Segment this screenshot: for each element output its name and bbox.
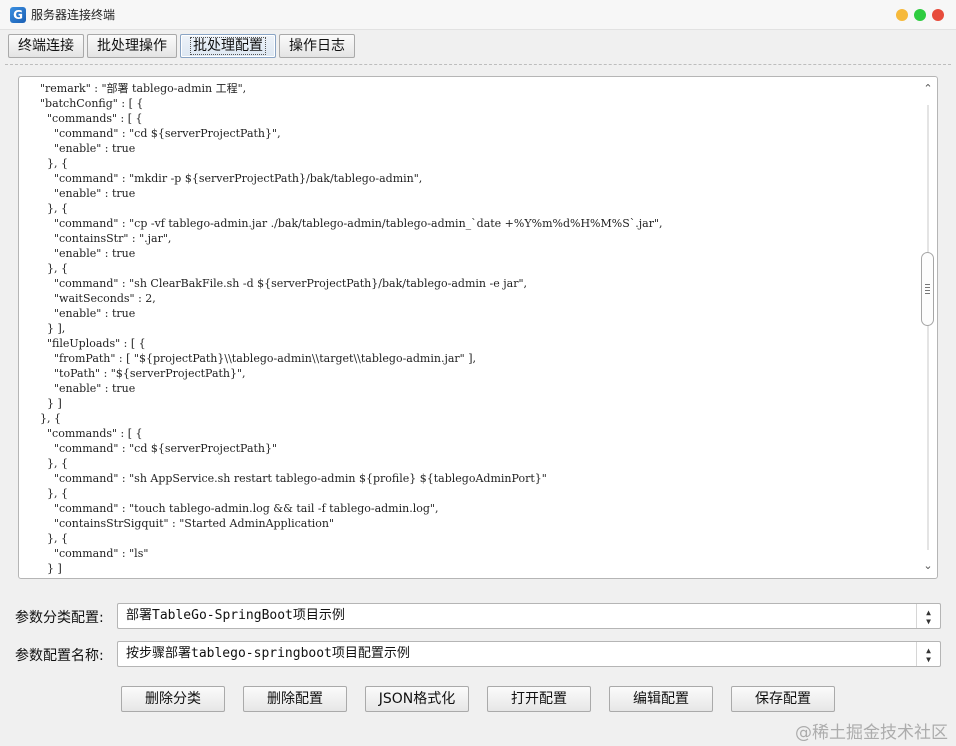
code-line: }, { <box>19 487 68 500</box>
json-format-button[interactable]: JSON格式化 <box>365 686 469 712</box>
tab-batch-operation[interactable]: 批处理操作 <box>87 34 177 58</box>
code-line: "enable" : true <box>19 382 136 395</box>
code-line: "command" : "mkdir -p ${serverProjectPat… <box>19 172 423 185</box>
code-line: "command" : "cd ${serverProjectPath}" <box>19 442 278 455</box>
code-line: "batchConfig" : [ { <box>19 97 144 110</box>
tab-separator <box>5 64 951 65</box>
watermark: @稀土掘金技术社区 <box>795 723 948 743</box>
code-line: "command" : "cp -vf tablego-admin.jar ./… <box>19 217 663 230</box>
code-line: "command" : "sh ClearBakFile.sh -d ${ser… <box>19 277 528 290</box>
tab-batch-config-label: 批处理配置 <box>190 37 266 55</box>
code-line: "fromPath" : [ "${projectPath}\\tablego-… <box>19 352 477 365</box>
code-line: "remark" : "部署 tablego-admin 工程", <box>19 82 247 95</box>
config-editor[interactable]: "remark" : "部署 tablego-admin 工程", "batch… <box>18 76 938 579</box>
code-line: "waitSeconds" : 2, <box>19 292 156 305</box>
updown-arrow-icon[interactable]: ▲ ▼ <box>916 604 940 628</box>
open-config-button[interactable]: 打开配置 <box>487 686 591 712</box>
code-line: "command" : "touch tablego-admin.log && … <box>19 502 439 515</box>
code-line: }, { <box>19 457 68 470</box>
code-line: "command" : "ls" <box>19 547 149 560</box>
code-line: } ], <box>19 322 66 335</box>
grip-icon <box>925 284 930 294</box>
window-title: 服务器连接终端 <box>31 8 116 22</box>
window-controls <box>896 9 944 21</box>
scroll-thumb[interactable] <box>921 252 934 326</box>
code-line: "enable" : true <box>19 307 136 320</box>
delete-config-button[interactable]: 删除配置 <box>243 686 347 712</box>
code-line: "containsStrSigquit" : "Started AdminApp… <box>19 517 335 530</box>
config-text[interactable]: "remark" : "部署 tablego-admin 工程", "batch… <box>19 81 917 576</box>
category-select-value: 部署TableGo-SpringBoot项目示例 <box>126 608 345 623</box>
code-line: } ] <box>19 562 62 575</box>
code-line: }, { <box>19 532 68 545</box>
updown-arrow-icon[interactable]: ▲ ▼ <box>916 642 940 666</box>
save-config-button[interactable]: 保存配置 <box>731 686 835 712</box>
category-select[interactable]: 部署TableGo-SpringBoot项目示例 ▲ ▼ <box>117 603 941 629</box>
maximize-button[interactable] <box>914 9 926 21</box>
code-line: "command" : "cd ${serverProjectPath}", <box>19 127 281 140</box>
category-label: 参数分类配置: <box>15 610 104 626</box>
tab-bar: 终端连接 批处理操作 批处理配置 操作日志 <box>8 34 355 60</box>
code-line: "enable" : true <box>19 187 136 200</box>
tab-terminal-connect[interactable]: 终端连接 <box>8 34 84 58</box>
code-line: "command" : "sh AppService.sh restart ta… <box>19 472 547 485</box>
code-line: "enable" : true <box>19 142 136 155</box>
tab-operation-log[interactable]: 操作日志 <box>279 34 355 58</box>
app-icon: G <box>10 6 26 23</box>
code-line: "commands" : [ { <box>19 427 143 440</box>
code-line: "fileUploads" : [ { <box>19 337 146 350</box>
code-line: }, { <box>19 412 61 425</box>
edit-config-button[interactable]: 编辑配置 <box>609 686 713 712</box>
editor-scrollbar[interactable]: ⌃ ⌄ <box>919 77 937 578</box>
tab-batch-config[interactable]: 批处理配置 <box>180 34 276 58</box>
code-line: "containsStr" : ".jar", <box>19 232 172 245</box>
title-bar: G 服务器连接终端 <box>0 0 956 30</box>
code-line: "enable" : true <box>19 247 136 260</box>
scroll-down-icon[interactable]: ⌄ <box>922 560 934 572</box>
code-line: }, { <box>19 202 68 215</box>
minimize-button[interactable] <box>896 9 908 21</box>
scroll-track[interactable] <box>927 105 929 550</box>
code-line: "toPath" : "${serverProjectPath}", <box>19 367 246 380</box>
delete-category-button[interactable]: 删除分类 <box>121 686 225 712</box>
code-line: "commands" : [ { <box>19 112 143 125</box>
config-name-select[interactable]: 按步骤部署tablego-springboot项目配置示例 ▲ ▼ <box>117 641 941 667</box>
code-line: } ] <box>19 397 62 410</box>
config-name-select-value: 按步骤部署tablego-springboot项目配置示例 <box>126 646 410 661</box>
config-name-label: 参数配置名称: <box>15 648 104 664</box>
close-button[interactable] <box>932 9 944 21</box>
code-line: }, { <box>19 262 68 275</box>
code-line: }, { <box>19 157 68 170</box>
scroll-up-icon[interactable]: ⌃ <box>922 83 934 95</box>
